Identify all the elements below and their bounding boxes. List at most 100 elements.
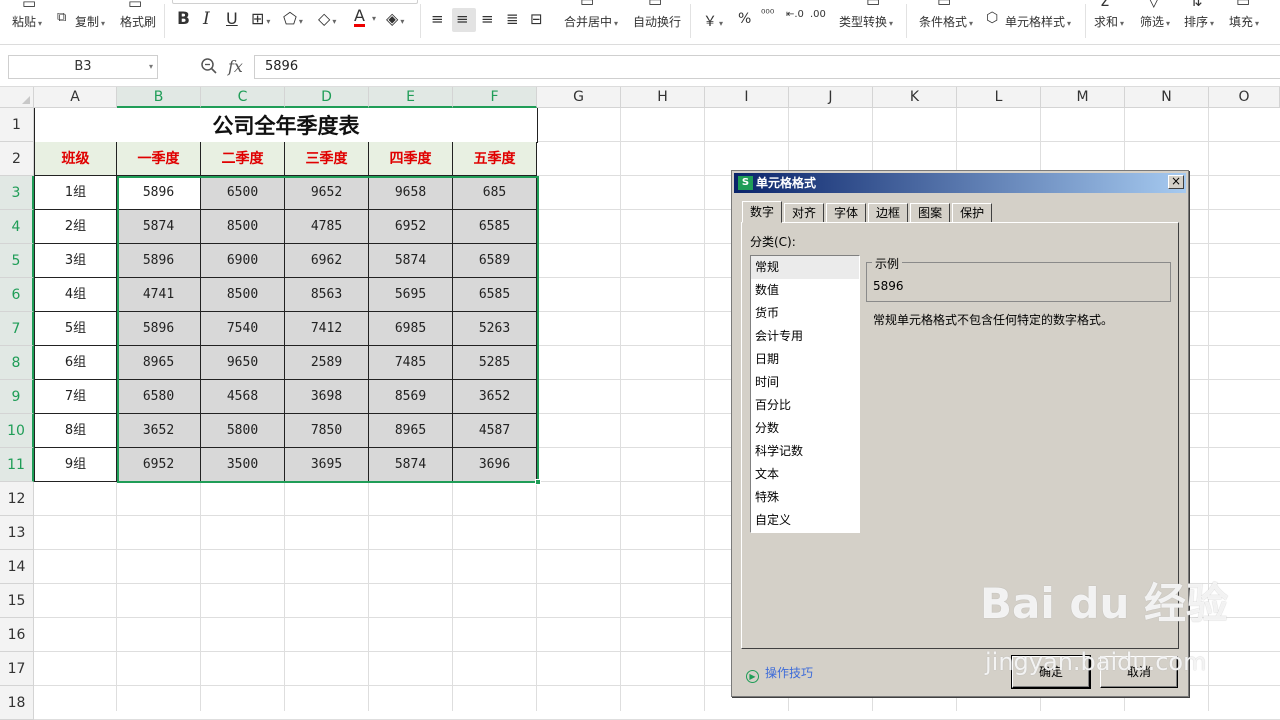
row-header-7[interactable]: 7: [0, 312, 34, 346]
data-cell[interactable]: 3696: [453, 448, 537, 482]
category-item[interactable]: 时间: [751, 371, 859, 394]
header-cell[interactable]: 四季度: [369, 142, 453, 176]
header-cell[interactable]: 一季度: [117, 142, 201, 176]
category-list[interactable]: 常规 数值 货币 会计专用 日期 时间 百分比 分数 科学记数 文本 特殊 自定义: [750, 255, 860, 533]
align-right-icon[interactable]: ≡: [481, 10, 494, 28]
data-cell[interactable]: 8563: [285, 278, 369, 312]
header-cell[interactable]: 班级: [34, 142, 117, 176]
sort-button[interactable]: 排序 ▾: [1184, 13, 1214, 30]
align-center-icon[interactable]: ≡: [456, 10, 469, 28]
data-cell[interactable]: 6500: [201, 176, 285, 210]
sum-button[interactable]: 求和 ▾: [1094, 13, 1124, 30]
group-cell[interactable]: 3组: [34, 244, 117, 278]
data-cell[interactable]: 6900: [201, 244, 285, 278]
fill-color-icon[interactable]: ◇ ▾: [318, 9, 336, 28]
align-left-icon[interactable]: ≡: [431, 10, 444, 28]
formula-input[interactable]: 5896: [254, 55, 1280, 79]
data-cell[interactable]: 8500: [201, 278, 285, 312]
group-cell[interactable]: 6组: [34, 346, 117, 380]
column-header-f[interactable]: F: [453, 87, 537, 108]
paste-button[interactable]: 粘贴 ▾: [12, 13, 42, 30]
data-cell[interactable]: 8500: [201, 210, 285, 244]
thousands-icon[interactable]: ⁰⁰⁰: [761, 8, 774, 19]
column-header-g[interactable]: G: [537, 87, 621, 108]
decrease-decimal-icon[interactable]: .00: [810, 9, 826, 20]
data-cell[interactable]: 5896: [117, 176, 201, 210]
column-header-i[interactable]: I: [705, 87, 789, 108]
column-header-e[interactable]: E: [369, 87, 453, 108]
bold-button[interactable]: B: [177, 9, 190, 29]
currency-button[interactable]: ￥ ▾: [703, 11, 723, 31]
data-cell[interactable]: 7485: [369, 346, 453, 380]
cond-format-button[interactable]: 条件格式 ▾: [919, 13, 973, 30]
data-cell[interactable]: 5874: [369, 448, 453, 482]
font-color-icon[interactable]: A: [354, 8, 365, 27]
tips-link[interactable]: ▶ 操作技巧: [746, 664, 813, 683]
select-all-corner[interactable]: [0, 87, 34, 108]
row-header-1[interactable]: 1: [0, 108, 34, 142]
data-cell[interactable]: 9652: [285, 176, 369, 210]
group-cell[interactable]: 7组: [34, 380, 117, 414]
data-cell[interactable]: 4741: [117, 278, 201, 312]
category-item[interactable]: 会计专用: [751, 325, 859, 348]
fill-button[interactable]: 填充 ▾: [1229, 13, 1259, 30]
row-header-6[interactable]: 6: [0, 278, 34, 312]
column-header-n[interactable]: N: [1125, 87, 1209, 108]
clear-format-icon[interactable]: ◈ ▾: [386, 9, 404, 28]
row-header-3[interactable]: 3: [0, 176, 34, 210]
tab-3[interactable]: 边框: [868, 203, 909, 223]
cell-style-button[interactable]: 单元格样式 ▾: [1005, 13, 1071, 30]
row-header-9[interactable]: 9: [0, 380, 34, 414]
tab-0[interactable]: 数字: [742, 201, 783, 223]
data-cell[interactable]: 3695: [285, 448, 369, 482]
data-cell[interactable]: 5874: [369, 244, 453, 278]
row-header-13[interactable]: 13: [0, 516, 34, 550]
row-header-4[interactable]: 4: [0, 210, 34, 244]
category-item[interactable]: 科学记数: [751, 440, 859, 463]
group-cell[interactable]: 5组: [34, 312, 117, 346]
row-header-16[interactable]: 16: [0, 618, 34, 652]
category-item[interactable]: 自定义: [751, 509, 859, 532]
row-header-2[interactable]: 2: [0, 142, 34, 176]
data-cell[interactable]: 3698: [285, 380, 369, 414]
copy-button[interactable]: 复制 ▾: [75, 13, 105, 30]
column-header-j[interactable]: J: [789, 87, 873, 108]
ok-button[interactable]: 确定: [1011, 655, 1091, 689]
group-cell[interactable]: 8组: [34, 414, 117, 448]
row-header-18[interactable]: 18: [0, 686, 34, 720]
fill-handle[interactable]: [535, 479, 541, 485]
row-header-10[interactable]: 10: [0, 414, 34, 448]
data-cell[interactable]: 3652: [117, 414, 201, 448]
data-cell[interactable]: 5285: [453, 346, 537, 380]
fx-icon[interactable]: fx: [228, 57, 243, 76]
category-item[interactable]: 日期: [751, 348, 859, 371]
row-header-8[interactable]: 8: [0, 346, 34, 380]
data-cell[interactable]: 4568: [201, 380, 285, 414]
distribute-icon[interactable]: ⊟: [530, 10, 543, 28]
category-item[interactable]: 百分比: [751, 394, 859, 417]
underline-button[interactable]: U: [226, 9, 238, 28]
column-header-m[interactable]: M: [1041, 87, 1125, 108]
data-cell[interactable]: 6585: [453, 210, 537, 244]
type-convert-button[interactable]: 类型转换 ▾: [839, 13, 893, 30]
data-cell[interactable]: 7540: [201, 312, 285, 346]
fill-shape-icon[interactable]: ⬠ ▾: [283, 9, 303, 28]
name-box[interactable]: B3 ▾: [8, 55, 158, 79]
group-cell[interactable]: 1组: [34, 176, 117, 210]
tab-5[interactable]: 保护: [952, 203, 993, 223]
data-cell[interactable]: 4785: [285, 210, 369, 244]
data-cell[interactable]: 8965: [369, 414, 453, 448]
column-header-a[interactable]: A: [34, 87, 117, 108]
wrap-text-button[interactable]: 自动换行: [633, 13, 681, 30]
tab-2[interactable]: 字体: [826, 203, 867, 223]
chevron-down-icon[interactable]: ▾: [149, 56, 153, 78]
group-cell[interactable]: 9组: [34, 448, 117, 482]
merge-center-button[interactable]: 合并居中 ▾: [564, 13, 618, 30]
data-cell[interactable]: 3652: [453, 380, 537, 414]
data-cell[interactable]: 6985: [369, 312, 453, 346]
row-header-5[interactable]: 5: [0, 244, 34, 278]
format-painter-button[interactable]: 格式刷: [120, 13, 156, 30]
category-item[interactable]: 分数: [751, 417, 859, 440]
filter-button[interactable]: 筛选 ▾: [1140, 13, 1170, 30]
column-header-h[interactable]: H: [621, 87, 705, 108]
